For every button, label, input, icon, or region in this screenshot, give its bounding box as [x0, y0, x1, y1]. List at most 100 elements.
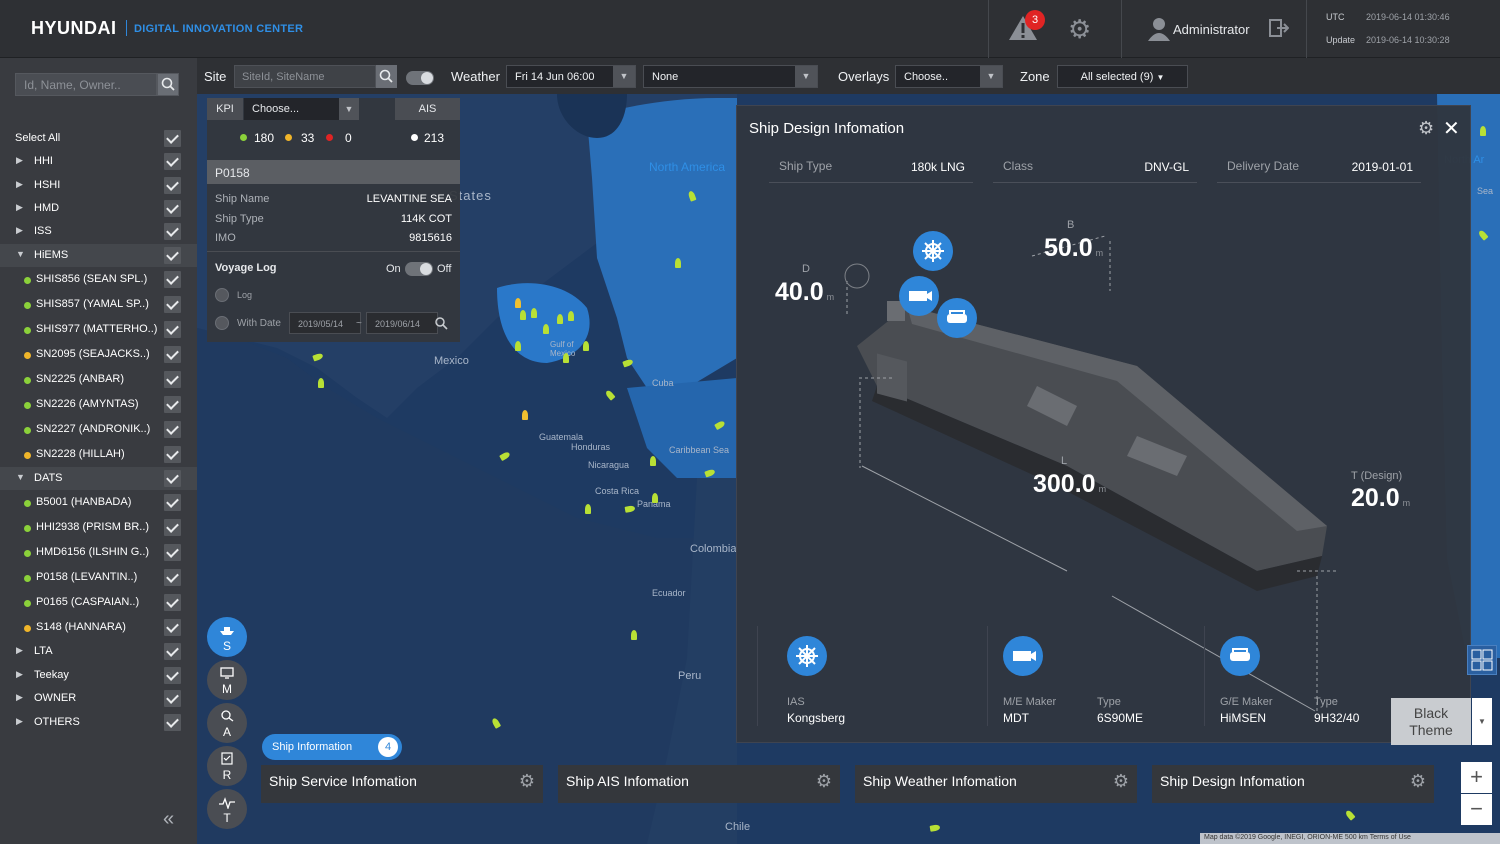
ship-row[interactable]: S148 (HANNARA) — [0, 616, 197, 639]
group-checkbox[interactable] — [164, 200, 181, 217]
ship-row[interactable]: SHIS857 (YAMAL SP..) — [0, 293, 197, 316]
group-row-lta[interactable]: ▶ LTA — [0, 640, 197, 663]
vessel-marker[interactable] — [583, 341, 589, 351]
vessel-marker[interactable] — [318, 378, 324, 388]
group-checkbox[interactable] — [164, 223, 181, 240]
rail-button-ship[interactable]: S — [207, 617, 247, 657]
ship-row[interactable]: HHI2938 (PRISM BR..) — [0, 516, 197, 539]
ship-row[interactable]: SHIS977 (MATTERHO..) — [0, 318, 197, 341]
expand-arrow-icon[interactable]: ▶ — [16, 716, 23, 727]
group-checkbox[interactable] — [164, 470, 181, 487]
kpi-select[interactable]: Choose... ▼ — [244, 98, 359, 120]
card-ship-service[interactable]: Ship Service Infomation ⚙ — [261, 765, 543, 803]
select-all-checkbox[interactable] — [164, 130, 181, 147]
main-engine-icon[interactable] — [899, 276, 939, 316]
ias-steering-icon[interactable] — [913, 231, 953, 271]
gear-icon[interactable]: ⚙ — [1418, 118, 1434, 139]
date-to-input[interactable]: 2019/06/14 — [366, 312, 438, 334]
group-row-dats[interactable]: ▼ DATS — [0, 467, 197, 490]
weather-time-select[interactable]: Fri 14 Jun 06:00 ▼ — [506, 65, 636, 88]
generator-engine-icon[interactable] — [937, 298, 977, 338]
vessel-marker[interactable] — [568, 311, 574, 321]
ship-checkbox[interactable] — [164, 371, 181, 388]
group-row-owner[interactable]: ▶ OWNER — [0, 687, 197, 710]
expand-arrow-icon[interactable]: ▶ — [16, 179, 23, 190]
ship-checkbox[interactable] — [164, 321, 181, 338]
theme-dropdown-icon[interactable]: ▼ — [1472, 698, 1492, 745]
group-checkbox[interactable] — [164, 667, 181, 684]
group-row-hmd[interactable]: ▶ HMD — [0, 197, 197, 220]
weather-layer-select[interactable]: None ▼ — [643, 65, 818, 88]
ship-row[interactable]: SN2228 (HILLAH) — [0, 443, 197, 466]
vessel-marker[interactable] — [650, 456, 656, 466]
ship-checkbox[interactable] — [164, 271, 181, 288]
vessel-marker[interactable] — [563, 353, 569, 363]
zoom-in-button[interactable]: + — [1461, 762, 1492, 793]
collapse-arrow-icon[interactable]: ▼ — [16, 472, 25, 482]
group-row-hshi[interactable]: ▶ HSHI — [0, 174, 197, 197]
ship-checkbox[interactable] — [164, 544, 181, 561]
generator-engine-icon[interactable] — [1220, 636, 1260, 676]
ship-checkbox[interactable] — [164, 296, 181, 313]
layer-grid-icon[interactable] — [1467, 645, 1497, 675]
vessel-marker[interactable] — [675, 258, 681, 268]
gear-icon[interactable]: ⚙ — [519, 772, 535, 790]
ship-checkbox[interactable] — [164, 619, 181, 636]
card-ship-weather[interactable]: Ship Weather Infomation ⚙ — [855, 765, 1137, 803]
vessel-marker[interactable] — [531, 308, 537, 318]
group-row-iss[interactable]: ▶ ISS — [0, 220, 197, 243]
expand-arrow-icon[interactable]: ▶ — [16, 645, 23, 656]
vessel-marker[interactable] — [585, 504, 591, 514]
site-toggle[interactable] — [406, 71, 434, 85]
group-checkbox[interactable] — [164, 177, 181, 194]
ship-checkbox[interactable] — [164, 346, 181, 363]
group-checkbox[interactable] — [164, 247, 181, 264]
ias-steering-icon[interactable] — [787, 636, 827, 676]
ship-row[interactable]: HMD6156 (ILSHIN G..) — [0, 541, 197, 564]
close-icon[interactable]: ✕ — [1443, 116, 1460, 141]
zoom-out-button[interactable]: − — [1461, 794, 1492, 825]
group-checkbox[interactable] — [164, 643, 181, 660]
fleet-search-input[interactable]: Id, Name, Owner.. — [15, 73, 157, 96]
ship-row[interactable]: P0165 (CASPAIAN..) — [0, 591, 197, 614]
expand-arrow-icon[interactable]: ▶ — [16, 202, 23, 213]
card-ship-ais[interactable]: Ship AIS Infomation ⚙ — [558, 765, 840, 803]
gear-icon[interactable]: ⚙ — [816, 772, 832, 790]
ship-row[interactable]: SHIS856 (SEAN SPL.) — [0, 268, 197, 291]
group-checkbox[interactable] — [164, 690, 181, 707]
ship-checkbox[interactable] — [164, 494, 181, 511]
voyage-log-toggle[interactable] — [405, 262, 433, 276]
log-radio[interactable] — [215, 288, 229, 302]
vessel-marker[interactable] — [1480, 126, 1486, 136]
vessel-marker[interactable] — [515, 298, 521, 308]
ship-row[interactable]: SN2225 (ANBAR) — [0, 368, 197, 391]
search-icon[interactable] — [157, 73, 179, 96]
ship-row[interactable]: SN2226 (AMYNTAS) — [0, 393, 197, 416]
with-date-radio[interactable] — [215, 316, 229, 330]
expand-arrow-icon[interactable]: ▶ — [16, 692, 23, 703]
vessel-marker[interactable] — [520, 310, 526, 320]
ship-checkbox[interactable] — [164, 519, 181, 536]
group-checkbox[interactable] — [164, 153, 181, 170]
logout-icon[interactable] — [1269, 18, 1290, 38]
user-name[interactable]: Administrator — [1173, 22, 1250, 37]
vessel-marker[interactable] — [515, 341, 521, 351]
vessel-marker[interactable] — [522, 410, 528, 420]
vessel-marker[interactable] — [557, 314, 563, 324]
select-all-row[interactable]: Select All — [0, 127, 197, 150]
expand-arrow-icon[interactable]: ▶ — [16, 155, 23, 166]
ship-checkbox[interactable] — [164, 396, 181, 413]
group-row-teekay[interactable]: ▶ Teekay — [0, 664, 197, 687]
gear-icon[interactable]: ⚙ — [1113, 772, 1129, 790]
ship-checkbox[interactable] — [164, 594, 181, 611]
ship-row[interactable]: B5001 (HANBADA) — [0, 491, 197, 514]
vessel-marker[interactable] — [543, 324, 549, 334]
vessel-marker[interactable] — [631, 630, 637, 640]
zone-select[interactable]: All selected (9) ▼ — [1057, 65, 1188, 88]
vessel-marker[interactable] — [652, 493, 658, 503]
group-row-hiems[interactable]: ▼ HiEMS — [0, 244, 197, 267]
ship-row[interactable]: SN2227 (ANDRONIK..) — [0, 418, 197, 441]
ship-row[interactable]: SN2095 (SEAJACKS..) — [0, 343, 197, 366]
group-checkbox[interactable] — [164, 714, 181, 731]
ship-checkbox[interactable] — [164, 446, 181, 463]
